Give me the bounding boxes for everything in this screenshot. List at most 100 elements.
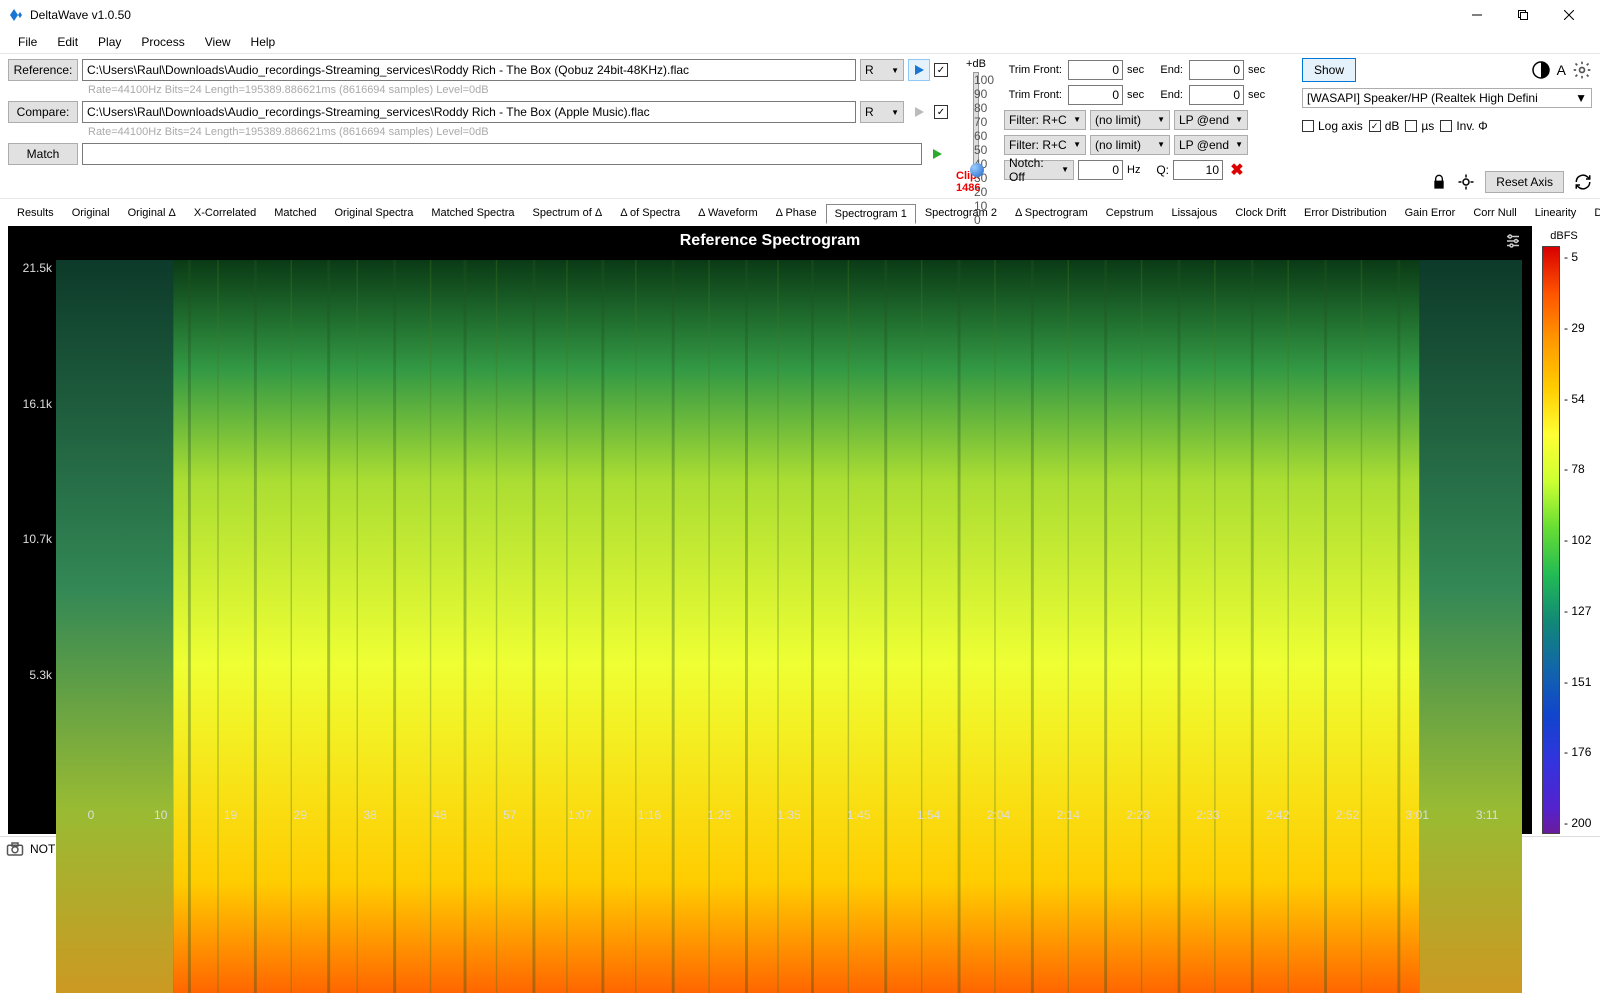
colorbar-title: dBFS <box>1536 226 1592 246</box>
unit-sec: sec <box>1248 64 1272 76</box>
show-button[interactable]: Show <box>1302 58 1356 82</box>
tab-linearity[interactable]: Linearity <box>1526 203 1586 223</box>
menu-view[interactable]: View <box>195 31 241 53</box>
tab-bar: Results Original Original Δ X-Correlated… <box>0 199 1600 224</box>
reference-channel-select[interactable]: R▼ <box>860 59 904 81</box>
notch-select[interactable]: Notch: Off▼ <box>1004 160 1074 180</box>
chart-settings-icon[interactable] <box>1504 232 1522 250</box>
notch-freq-input[interactable] <box>1078 160 1123 180</box>
output-device-select[interactable]: [WASAPI] Speaker/HP (Realtek High Defini… <box>1302 88 1592 108</box>
spectrogram-image <box>56 260 1522 993</box>
reference-meta: Rate=44100Hz Bits=24 Length=195389.88662… <box>8 84 948 98</box>
menu-edit[interactable]: Edit <box>47 31 88 53</box>
notch-q-input[interactable] <box>1173 160 1223 180</box>
param-panel: Trim Front: sec End: sec Trim Front: sec… <box>1004 58 1294 194</box>
compare-meta: Rate=44100Hz Bits=24 Length=195389.88662… <box>8 126 948 140</box>
play-reference-button[interactable] <box>908 59 930 81</box>
titlebar: DeltaWave v1.0.50 <box>0 0 1600 30</box>
maximize-button[interactable] <box>1500 0 1546 30</box>
tab-cepstrum[interactable]: Cepstrum <box>1097 203 1163 223</box>
menu-process[interactable]: Process <box>131 31 194 53</box>
tab-matched-spectra[interactable]: Matched Spectra <box>422 203 523 223</box>
menu-help[interactable]: Help <box>241 31 286 53</box>
compare-path-input[interactable] <box>82 101 856 123</box>
tab-results[interactable]: Results <box>8 203 63 223</box>
filter-1-lp-select[interactable]: LP @end▼ <box>1174 110 1248 130</box>
tab-spectrogram-1[interactable]: Spectrogram 1 <box>826 204 916 224</box>
compare-checkbox[interactable]: ✓ <box>934 105 948 119</box>
trim-front-label: Trim Front: <box>1004 64 1064 76</box>
menu-play[interactable]: Play <box>88 31 131 53</box>
filter-2-lp-select[interactable]: LP @end▼ <box>1174 135 1248 155</box>
target-icon[interactable] <box>1457 173 1475 191</box>
reference-label-button[interactable]: Reference: <box>8 59 78 81</box>
file-panel: Reference: R▼ ✓ Rate=44100Hz Bits=24 Len… <box>8 58 948 194</box>
colorbar-gradient <box>1542 246 1560 834</box>
log-axis-checkbox[interactable]: Log axis <box>1302 119 1363 133</box>
reference-path-input[interactable] <box>82 59 856 81</box>
tab-clock-drift[interactable]: Clock Drift <box>1226 203 1295 223</box>
app-icon <box>8 7 24 23</box>
reference-checkbox[interactable]: ✓ <box>934 63 948 77</box>
filter-2-limit-select[interactable]: (no limit)▼ <box>1090 135 1170 155</box>
trim-front-2-input[interactable] <box>1068 85 1123 105</box>
close-button[interactable] <box>1546 0 1592 30</box>
trim-end-1-input[interactable] <box>1189 60 1244 80</box>
tab-orig-spectra[interactable]: Original Spectra <box>325 203 422 223</box>
chart-area: Reference Spectrogram 21.5k 16.1k 10.7k … <box>0 224 1600 836</box>
trim-front-1-input[interactable] <box>1068 60 1123 80</box>
notch-clear-button[interactable]: ✖ <box>1227 160 1247 180</box>
lock-icon[interactable] <box>1431 174 1447 190</box>
refresh-icon[interactable] <box>1574 173 1592 191</box>
unit-sec: sec <box>1248 89 1272 101</box>
reset-axis-button[interactable]: Reset Axis <box>1485 171 1564 193</box>
match-input[interactable] <box>82 143 922 165</box>
trim-end-2-input[interactable] <box>1189 85 1244 105</box>
right-panel: Show A [WASAPI] Speaker/HP (Realtek High… <box>1302 58 1592 194</box>
tab-gain-error[interactable]: Gain Error <box>1396 203 1465 223</box>
inv-phi-checkbox[interactable]: Inv. Φ <box>1440 119 1487 133</box>
tab-matched[interactable]: Matched <box>265 203 325 223</box>
tab-original-delta[interactable]: Original Δ <box>119 203 185 223</box>
camera-icon[interactable] <box>6 842 24 856</box>
chevron-down-icon: ▼ <box>1061 165 1069 174</box>
tab-delta-spectra[interactable]: Δ of Spectra <box>611 203 689 223</box>
menubar: File Edit Play Process View Help <box>0 30 1600 54</box>
thermometer-gauge[interactable]: 1009080706050403020100 <box>973 72 979 168</box>
db-checkbox[interactable]: ✓dB <box>1369 119 1400 133</box>
tab-lissajous[interactable]: Lissajous <box>1162 203 1226 223</box>
chevron-down-icon: ▼ <box>891 108 899 117</box>
contrast-icon[interactable] <box>1531 60 1551 80</box>
trim-front-label: Trim Front: <box>1004 89 1064 101</box>
tab-spectrum-delta[interactable]: Spectrum of Δ <box>524 203 612 223</box>
play-compare-button[interactable] <box>908 101 930 123</box>
reference-channel-value: R <box>865 63 874 77</box>
spectrogram-chart[interactable]: Reference Spectrogram 21.5k 16.1k 10.7k … <box>8 226 1532 834</box>
us-checkbox[interactable]: µs <box>1405 119 1434 133</box>
match-button[interactable]: Match <box>8 143 78 165</box>
compare-channel-select[interactable]: R▼ <box>860 101 904 123</box>
play-match-button[interactable] <box>926 143 948 165</box>
tab-delta-waveform[interactable]: Δ Waveform <box>689 203 767 223</box>
q-label: Q: <box>1155 163 1169 177</box>
a-label: A <box>1557 62 1566 78</box>
tab-original[interactable]: Original <box>63 203 119 223</box>
tab-df-metric[interactable]: DF Metric <box>1585 203 1600 223</box>
plot-canvas[interactable]: 01019293848571:071:161:261:351:451:542:0… <box>56 260 1522 834</box>
tab-delta-phase[interactable]: Δ Phase <box>767 203 826 223</box>
end-label: End: <box>1155 89 1185 101</box>
compare-label-button[interactable]: Compare: <box>8 101 78 123</box>
filter-1-select[interactable]: Filter: R+C▼ <box>1004 110 1086 130</box>
top-controls: Reference: R▼ ✓ Rate=44100Hz Bits=24 Len… <box>0 54 1600 199</box>
tab-xcorrelated[interactable]: X-Correlated <box>185 203 265 223</box>
tab-error-dist[interactable]: Error Distribution <box>1295 203 1396 223</box>
tab-corr-null[interactable]: Corr Null <box>1464 203 1525 223</box>
unit-hz: Hz <box>1127 164 1151 176</box>
filter-1-limit-select[interactable]: (no limit)▼ <box>1090 110 1170 130</box>
filter-2-select[interactable]: Filter: R+C▼ <box>1004 135 1086 155</box>
tab-delta-spectrogram[interactable]: Δ Spectrogram <box>1006 203 1097 223</box>
chevron-down-icon: ▼ <box>1575 91 1587 105</box>
menu-file[interactable]: File <box>8 31 47 53</box>
gear-icon[interactable] <box>1572 60 1592 80</box>
minimize-button[interactable] <box>1454 0 1500 30</box>
